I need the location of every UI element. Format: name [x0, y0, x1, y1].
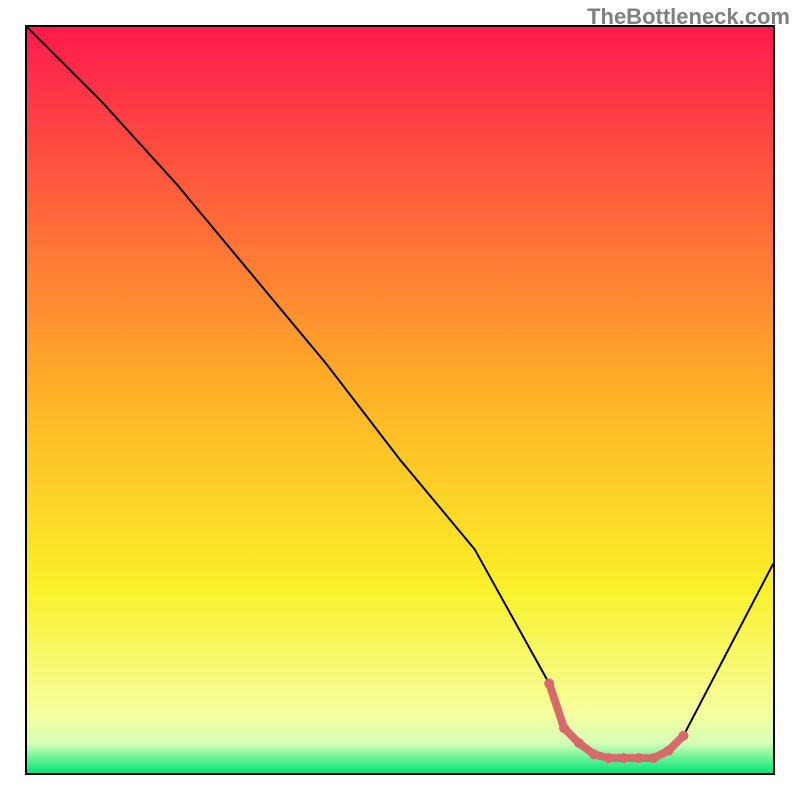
highlight-marker	[619, 753, 629, 763]
gradient-background	[27, 27, 773, 773]
highlight-marker	[664, 746, 674, 756]
highlight-marker	[634, 753, 644, 763]
highlight-marker	[679, 731, 689, 741]
watermark-text: TheBottleneck.com	[587, 4, 790, 30]
chart-svg	[27, 27, 773, 773]
highlight-marker	[559, 723, 569, 733]
highlight-marker	[604, 753, 614, 763]
highlight-marker	[574, 738, 584, 748]
highlight-marker	[589, 749, 599, 759]
highlight-marker	[544, 679, 554, 689]
chart-container: TheBottleneck.com	[0, 0, 800, 800]
plot-area	[25, 25, 775, 775]
highlight-marker	[649, 753, 659, 763]
